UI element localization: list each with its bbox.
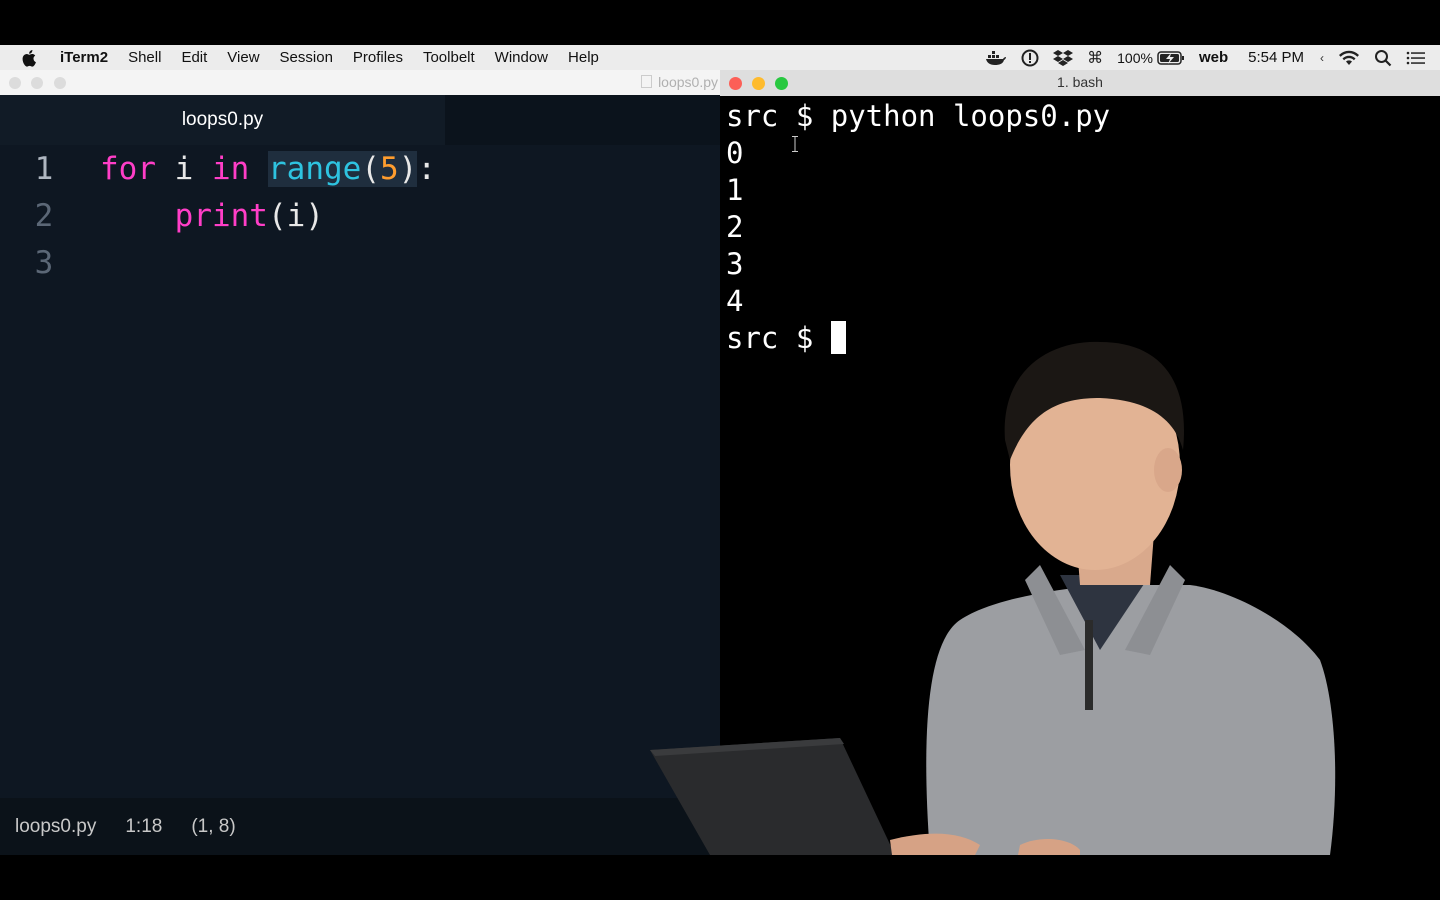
terminal-line: 3 (726, 247, 744, 281)
code-line[interactable]: 1 for i in range(5): (0, 145, 720, 192)
terminal-line: src $ python loops0.py (726, 99, 1111, 133)
letterbox-bottom (0, 855, 1440, 900)
terminal-line: 2 (726, 210, 744, 244)
status-selection-range: (1, 8) (191, 815, 236, 837)
punctuation-token: ) (398, 150, 418, 187)
chevron-left-icon[interactable]: ‹ (1320, 51, 1324, 65)
menu-edit[interactable]: Edit (171, 49, 217, 66)
selected-text: range(5) (268, 150, 418, 187)
menu-app-name[interactable]: iTerm2 (50, 49, 118, 66)
indent-token (100, 198, 175, 234)
code-text: for i in range(5): (100, 150, 437, 187)
function-token: print (174, 197, 268, 234)
menu-help[interactable]: Help (558, 49, 609, 66)
keyword-token: for (100, 150, 156, 187)
line-number: 3 (34, 244, 54, 281)
editor-tab-label: loops0.py (181, 109, 264, 130)
menu-session[interactable]: Session (270, 49, 343, 66)
editor-window: loops0.py loops0.py 1 for i in range(5):… (0, 70, 720, 855)
notification-center-icon[interactable] (1406, 50, 1426, 66)
letterbox-top (0, 0, 1440, 45)
presenter-image (650, 341, 1336, 855)
wifi-icon[interactable] (1338, 50, 1360, 66)
code-area[interactable]: 1 for i in range(5): 2 print(i) 3 (0, 145, 720, 795)
editor-window-title: loops0.py (641, 74, 718, 90)
terminal-titlebar: 1. bash (720, 70, 1440, 96)
number-token: 5 (380, 150, 399, 187)
editor-minimize-button[interactable] (31, 77, 43, 89)
terminal-title: 1. bash (1057, 74, 1103, 90)
editor-tab-active[interactable]: loops0.py (0, 95, 445, 145)
code-text: print(i) (100, 198, 324, 234)
menu-toolbelt[interactable]: Toolbelt (413, 49, 485, 66)
menu-window[interactable]: Window (485, 49, 558, 66)
punctuation-token: : (417, 150, 437, 187)
keyword-token: in (212, 150, 250, 187)
line-number: 1 (34, 150, 54, 187)
editor-close-button[interactable] (9, 77, 21, 89)
editor-titlebar: loops0.py (0, 70, 720, 95)
editor-tab-bar: loops0.py (0, 95, 720, 145)
apple-icon[interactable] (10, 49, 50, 67)
clock[interactable]: 5:54 PM (1248, 49, 1304, 66)
editor-zoom-button[interactable] (54, 77, 66, 89)
terminal-line: 1 (726, 173, 744, 207)
docker-icon[interactable] (985, 50, 1007, 66)
code-line[interactable]: 2 print(i) (0, 192, 720, 239)
battery-icon[interactable] (1157, 50, 1185, 65)
terminal-line: 0 (726, 136, 744, 170)
dropbox-icon[interactable] (1053, 49, 1074, 67)
menu-profiles[interactable]: Profiles (343, 49, 413, 66)
punctuation-token: (i) (267, 197, 324, 234)
function-token: range (268, 150, 362, 187)
punctuation-token: ( (361, 150, 380, 187)
battery-percent: 100% (1117, 49, 1153, 66)
terminal-line: 4 (726, 284, 744, 318)
code-line[interactable]: 3 (0, 239, 720, 286)
menu-bar: iTerm2 Shell Edit View Session Profiles … (0, 45, 1440, 70)
spotlight-icon[interactable] (1374, 49, 1392, 67)
terminal-output[interactable]: src $ python loops0.py 0 1 2 3 4 src $ (726, 98, 1426, 357)
editor-status-bar: loops0.py 1:18 (1, 8) (0, 798, 720, 855)
info-icon[interactable] (1021, 49, 1039, 67)
network-label[interactable]: web (1199, 49, 1228, 66)
status-cursor-position[interactable]: 1:18 (125, 816, 162, 838)
status-menu-area: ⌘ 100% web 5:54 PM ‹ (985, 45, 1440, 70)
command-key-icon[interactable]: ⌘ (1087, 48, 1103, 68)
line-number: 2 (34, 197, 54, 234)
file-icon (641, 75, 653, 88)
menu-view[interactable]: View (217, 49, 269, 66)
menu-shell[interactable]: Shell (118, 49, 171, 66)
status-filename: loops0.py (15, 815, 97, 837)
ibeam-cursor-icon (792, 136, 798, 152)
identifier-token: i (156, 150, 212, 187)
